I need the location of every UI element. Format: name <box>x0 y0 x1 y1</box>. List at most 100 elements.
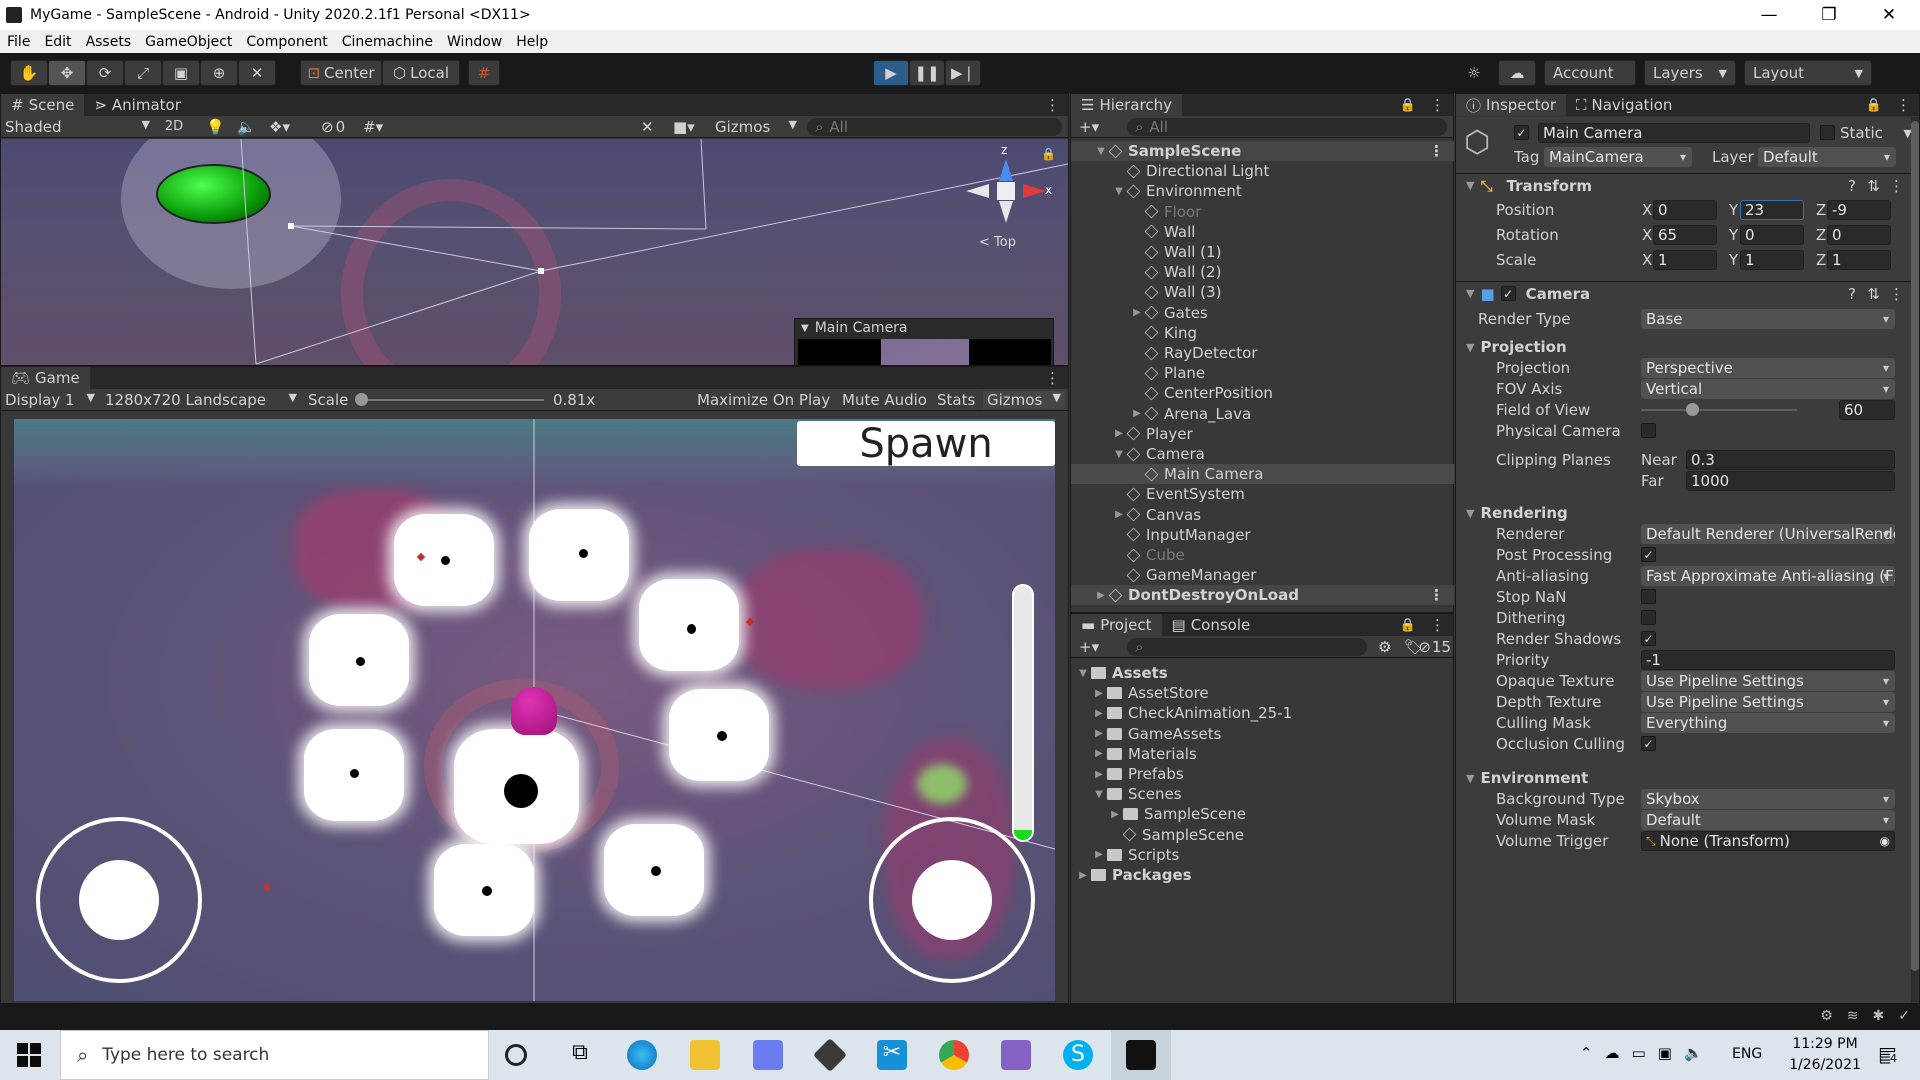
camera-icon[interactable]: ■▾ <box>673 118 695 136</box>
renderer-dropdown[interactable]: Default Renderer (UniversalRenderPipelin… <box>1641 524 1895 544</box>
left-joystick-knob[interactable] <box>79 860 159 940</box>
triangle-down-icon[interactable]: ▼ <box>1077 668 1089 679</box>
culling-mask-dropdown[interactable]: Everything <box>1641 713 1895 733</box>
lock-icon[interactable]: 🔒 <box>1400 98 1416 113</box>
anti-aliasing-dropdown[interactable]: Fast Approximate Anti-aliasing (FXAA) <box>1641 566 1895 586</box>
tag-dropdown[interactable]: MainCamera <box>1544 147 1692 167</box>
kebab-menu-icon[interactable]: ⋮ <box>1430 616 1445 634</box>
menu-window[interactable]: Window <box>440 34 509 50</box>
scale-z-field[interactable]: 1 <box>1827 250 1891 270</box>
hierarchy-search-input[interactable]: ⌕ All <box>1127 117 1447 136</box>
resolution-dropdown[interactable]: 1280x720 Landscape ▼ <box>105 391 297 409</box>
maximize-on-play-toggle[interactable]: Maximize On Play <box>697 391 830 409</box>
chrome-icon[interactable] <box>939 1040 969 1070</box>
audio-icon[interactable]: 🔈 <box>237 118 256 136</box>
kebab-menu-icon[interactable]: ⋮ <box>1045 369 1060 387</box>
opaque-texture-dropdown[interactable]: Use Pipeline Settings <box>1641 671 1895 691</box>
scale-x-field[interactable]: 1 <box>1653 250 1717 270</box>
occlusion-culling-checkbox[interactable]: ✓ <box>1641 736 1656 751</box>
tab-inspector[interactable]: ⓘ Inspector <box>1456 94 1566 116</box>
cloud-icon[interactable]: ☁ <box>1605 1044 1620 1062</box>
game-gizmos-dropdown[interactable]: Gizmos ▼ <box>983 390 1065 409</box>
hierarchy-item[interactable]: King <box>1071 323 1454 343</box>
physical-camera-checkbox[interactable] <box>1641 423 1656 438</box>
hierarchy-item[interactable]: RayDetector <box>1071 343 1454 363</box>
menu-cinemachine[interactable]: Cinemachine <box>335 34 440 50</box>
menu-assets[interactable]: Assets <box>79 34 139 50</box>
rendering-section[interactable]: ▼ Rendering <box>1456 503 1918 523</box>
triangle-down-icon[interactable]: ▼ <box>1093 789 1105 800</box>
scrollbar-thumb[interactable] <box>1911 121 1919 971</box>
help-icon[interactable]: ? <box>1848 285 1856 303</box>
hidden-packages-toggle[interactable]: ⊘ 15 <box>1411 638 1451 656</box>
hierarchy-item[interactable]: Directional Light <box>1071 161 1454 181</box>
visual-studio-preview-icon[interactable] <box>753 1040 783 1070</box>
depth-texture-dropdown[interactable]: Use Pipeline Settings <box>1641 692 1895 712</box>
skype-icon[interactable]: S <box>1063 1040 1093 1070</box>
move-tool-icon[interactable]: ✥ <box>48 60 86 86</box>
hierarchy-item[interactable]: Wall (2) <box>1071 262 1454 282</box>
battery-icon[interactable]: ▭ <box>1632 1044 1646 1062</box>
hierarchy-item[interactable]: CenterPosition <box>1071 383 1454 403</box>
kebab-menu-icon[interactable]: ⋮ <box>1889 177 1904 195</box>
fov-slider-handle[interactable] <box>1686 403 1700 416</box>
project-search-input[interactable]: ⌕ <box>1127 637 1367 656</box>
pause-button[interactable]: ❚❚ <box>909 60 945 86</box>
project-item[interactable]: ▶ AssetStore <box>1071 683 1454 703</box>
triangle-right-icon[interactable]: ▶ <box>1113 428 1125 439</box>
project-item[interactable]: ▼ Scenes <box>1071 784 1454 804</box>
stop-nan-checkbox[interactable] <box>1641 589 1656 604</box>
stats-toggle[interactable]: Stats <box>937 391 975 409</box>
menu-component[interactable]: Component <box>239 34 334 50</box>
windows-start-icon[interactable] <box>17 1043 41 1067</box>
menu-file[interactable]: File <box>0 34 37 50</box>
hierarchy-item[interactable]: ▶ Player <box>1071 424 1454 444</box>
active-checkbox[interactable]: ✓ <box>1514 125 1529 140</box>
fov-field[interactable]: 60 <box>1839 400 1895 420</box>
hierarchy-item[interactable]: Floor <box>1071 202 1454 222</box>
triangle-right-icon[interactable]: ▶ <box>1109 809 1121 820</box>
project-item[interactable]: ▶ Packages <box>1071 865 1454 885</box>
rotation-z-field[interactable]: 0 <box>1827 225 1891 245</box>
object-picker-icon[interactable]: ◉ <box>1880 834 1890 848</box>
near-field[interactable]: 0.3 <box>1686 450 1895 470</box>
task-view-icon[interactable]: ⧉ <box>565 1040 595 1070</box>
lock-icon[interactable]: 🔒 <box>1041 147 1056 161</box>
hierarchy-item[interactable]: Wall (1) <box>1071 242 1454 262</box>
inspector-scrollbar[interactable] <box>1911 117 1919 1002</box>
position-x-field[interactable]: 0 <box>1653 200 1717 220</box>
volume-mask-dropdown[interactable]: Default <box>1641 810 1895 830</box>
layers-icon[interactable]: ≋ <box>1847 1008 1859 1024</box>
filter-type-icon[interactable]: ⚙ <box>1378 638 1391 656</box>
account-dropdown[interactable]: Account ▼ <box>1544 60 1864 86</box>
cache-server-icon[interactable]: ⚙ <box>1820 1008 1833 1024</box>
background-type-dropdown[interactable]: Skybox <box>1641 789 1895 809</box>
kebab-menu-icon[interactable]: ⋮ <box>1889 285 1904 303</box>
triangle-down-icon[interactable]: ▼ <box>1095 146 1107 157</box>
hierarchy-item[interactable]: Cube <box>1071 545 1454 565</box>
pivot-local-button[interactable]: ⬡ Local <box>382 60 460 86</box>
triangle-right-icon[interactable]: ▶ <box>1131 408 1143 419</box>
play-button[interactable]: ▶ <box>873 60 909 86</box>
help-icon[interactable]: ? <box>1848 177 1856 195</box>
tab-console[interactable]: ▤ Console <box>1162 614 1261 636</box>
menu-gameobject[interactable]: GameObject <box>138 34 239 50</box>
layer-dropdown[interactable]: Default <box>1758 147 1896 167</box>
cloud-icon[interactable]: ☁ <box>1498 60 1536 86</box>
menu-edit[interactable]: Edit <box>37 34 78 50</box>
hierarchy-item[interactable]: InputManager <box>1071 525 1454 545</box>
layers-dropdown[interactable]: Layers ▼ <box>1644 60 1736 86</box>
lock-icon[interactable]: 🔒 <box>1866 98 1882 113</box>
static-dropdown[interactable]: Static ▼ <box>1840 123 1912 143</box>
effects-icon[interactable]: ❖▾ <box>269 118 290 136</box>
notification-icon[interactable]: ▤ 4 <box>1878 1042 1897 1066</box>
triangle-right-icon[interactable]: ▶ <box>1093 748 1105 759</box>
debug-icon[interactable]: ✱ <box>1873 1008 1885 1024</box>
fov-axis-dropdown[interactable]: Vertical <box>1641 379 1895 399</box>
grid-icon[interactable]: #▾ <box>363 118 383 136</box>
rotate-tool-icon[interactable]: ⟳ <box>86 60 124 86</box>
menu-help[interactable]: Help <box>509 34 555 50</box>
language-indicator[interactable]: ENG <box>1732 1046 1762 1062</box>
step-button[interactable]: ▶❘ <box>945 60 981 86</box>
chevron-up-icon[interactable]: ⌃ <box>1580 1044 1593 1062</box>
